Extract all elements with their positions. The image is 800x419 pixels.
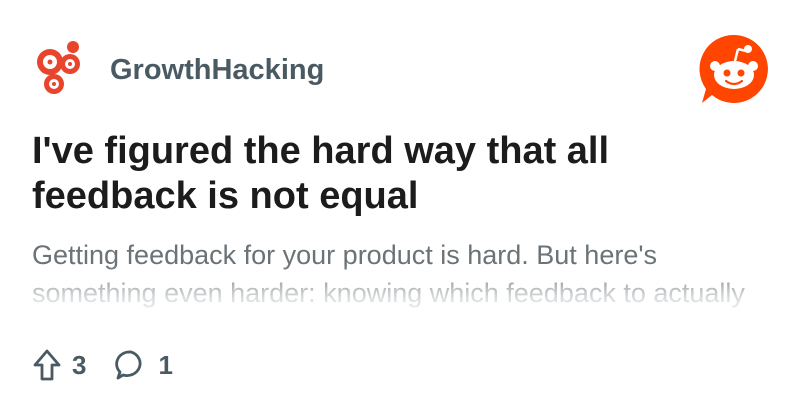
post-title[interactable]: I've figured the hard way that all feedb…	[32, 129, 768, 219]
post-card[interactable]: GrowthHacking I've figured the hard way …	[0, 0, 800, 419]
upvote-button[interactable]: 3	[32, 348, 86, 382]
comment-button[interactable]: 1	[114, 348, 173, 382]
upvote-count: 3	[72, 350, 87, 380]
upvote-arrow-icon	[33, 349, 61, 381]
gears-icon[interactable]	[32, 38, 92, 98]
post-body: Getting feedback for your product is har…	[32, 240, 745, 328]
post-actions: 3 1	[32, 345, 201, 385]
post-body-preview: Getting feedback for your product is har…	[32, 236, 768, 328]
community-name[interactable]: GrowthHacking	[110, 52, 324, 88]
comment-bubble-icon	[115, 350, 142, 380]
comment-count: 1	[158, 350, 173, 380]
reddit-snoo-icon[interactable]	[698, 33, 770, 105]
